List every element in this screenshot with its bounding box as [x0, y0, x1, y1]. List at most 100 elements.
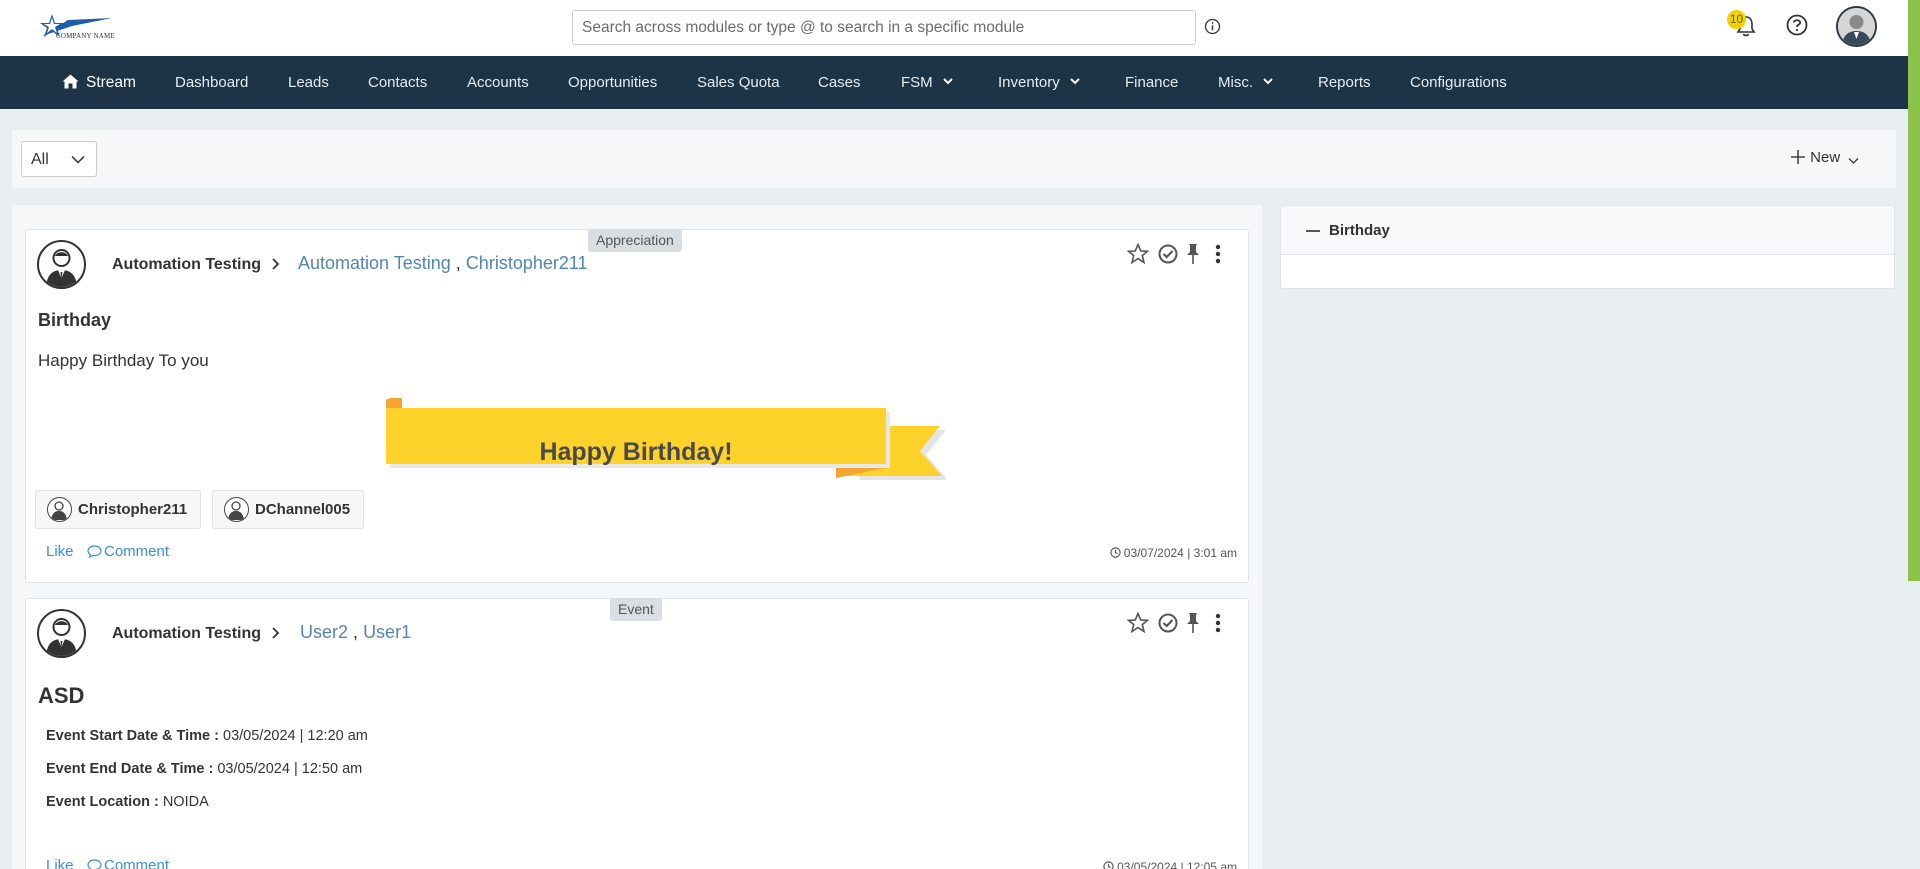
- recipient-separator: ,: [348, 622, 363, 642]
- author-avatar[interactable]: [37, 609, 86, 658]
- post-recipients: User2 , User1: [300, 622, 411, 643]
- help-icon[interactable]: [1786, 14, 1808, 36]
- nav-sales-quota[interactable]: Sales Quota: [697, 56, 780, 109]
- comment-label: Comment: [104, 857, 170, 869]
- nav-leads-label: Leads: [288, 74, 329, 91]
- like-button[interactable]: Like: [46, 543, 74, 560]
- search-input[interactable]: [573, 11, 1195, 44]
- nav-finance[interactable]: Finance: [1125, 56, 1178, 109]
- collapse-icon[interactable]: [1306, 230, 1320, 232]
- nav-inventory-label: Inventory: [998, 74, 1060, 91]
- tagged-user-chip[interactable]: DChannel005: [212, 490, 365, 529]
- stream-filter-select[interactable]: All: [21, 141, 97, 177]
- nav-misc[interactable]: Misc.: [1218, 56, 1273, 109]
- nav-fsm[interactable]: FSM: [901, 56, 953, 109]
- timestamp-text: 03/07/2024 | 3:01 am: [1123, 546, 1237, 560]
- post-author[interactable]: Automation Testing: [112, 625, 261, 643]
- check-circle-icon[interactable]: [1158, 613, 1178, 633]
- clock-icon: [1110, 547, 1121, 558]
- more-vertical-icon[interactable]: [1214, 243, 1222, 265]
- nav-stream[interactable]: Stream: [62, 56, 136, 109]
- event-end-label: Event End Date & Time :: [46, 761, 214, 777]
- chevron-down-icon: [1263, 78, 1273, 85]
- top-bar: COMPANY NAME 10: [0, 0, 1920, 56]
- timestamp-text: 03/05/2024 | 12:05 am: [1117, 860, 1237, 869]
- separator-text: ,: [455, 253, 461, 273]
- nav-fsm-label: FSM: [901, 74, 933, 91]
- nav-configurations[interactable]: Configurations: [1410, 56, 1507, 109]
- comment-label: Comment: [104, 543, 170, 560]
- main-nav: Stream Dashboard Leads Contacts Accounts…: [0, 56, 1908, 109]
- star-icon[interactable]: [1127, 243, 1149, 265]
- nav-accounts[interactable]: Accounts: [467, 56, 529, 109]
- nav-finance-label: Finance: [1125, 74, 1179, 91]
- author-avatar[interactable]: [37, 240, 86, 289]
- user-avatar[interactable]: [1836, 6, 1877, 47]
- event-end: Event End Date & Time : 03/05/2024 | 12:…: [46, 761, 362, 777]
- chevron-right-icon: [272, 627, 280, 639]
- recipient-link[interactable]: Automation Testing: [298, 253, 451, 273]
- event-location-label: Event Location :: [46, 794, 159, 810]
- check-circle-icon[interactable]: [1158, 244, 1178, 264]
- nav-inventory[interactable]: Inventory: [998, 56, 1080, 109]
- new-post-button[interactable]: New: [1790, 149, 1859, 171]
- plus-icon: [1791, 150, 1805, 164]
- birthday-panel-header[interactable]: Birthday: [1281, 206, 1894, 255]
- user-silhouette-icon: [46, 249, 77, 287]
- nav-opportunities-label: Opportunities: [568, 74, 658, 91]
- nav-accounts-label: Accounts: [467, 74, 529, 91]
- clock-icon: [1103, 861, 1114, 869]
- post-body: Happy Birthday To you: [38, 351, 209, 370]
- notification-badge[interactable]: 10: [1727, 10, 1746, 29]
- pin-icon[interactable]: [1185, 612, 1201, 634]
- pin-icon[interactable]: [1185, 243, 1201, 265]
- tagged-user-chip[interactable]: Christopher211: [35, 490, 202, 529]
- birthday-banner: Happy Birthday!: [386, 392, 948, 488]
- banner-text: Happy Birthday!: [539, 438, 733, 466]
- nav-dashboard[interactable]: Dashboard: [175, 56, 248, 109]
- logo-text: COMPANY NAME: [56, 32, 115, 40]
- feed-post: Event Automation Testing User2 , User1 A…: [25, 598, 1249, 869]
- separator-text: ,: [353, 622, 359, 642]
- feed-post: Appreciation Automation Testing Automati…: [25, 229, 1249, 583]
- nav-reports[interactable]: Reports: [1318, 56, 1371, 109]
- chevron-down-icon: [71, 155, 85, 164]
- chevron-down-icon: [1848, 157, 1859, 165]
- post-timestamp: 03/07/2024 | 3:01 am: [1110, 546, 1237, 560]
- nav-leads[interactable]: Leads: [288, 56, 329, 109]
- post-timestamp: 03/05/2024 | 12:05 am: [1103, 860, 1237, 869]
- post-author[interactable]: Automation Testing: [112, 256, 261, 274]
- recipient-link[interactable]: Christopher211: [466, 253, 588, 273]
- chip-label: DChannel005: [255, 501, 351, 518]
- nav-contacts[interactable]: Contacts: [368, 56, 427, 109]
- recipient-separator: ,: [451, 253, 466, 273]
- nav-cases[interactable]: Cases: [818, 56, 861, 109]
- star-icon[interactable]: [1127, 612, 1149, 634]
- post-title: ASD: [38, 683, 85, 708]
- page-edge-accent: [1908, 0, 1920, 581]
- comment-icon: [87, 859, 102, 869]
- company-logo[interactable]: COMPANY NAME: [38, 10, 116, 46]
- post-type-badge: Event: [610, 598, 662, 621]
- logo-star-icon: [40, 14, 112, 37]
- nav-misc-label: Misc.: [1218, 74, 1253, 91]
- user-silhouette-icon: [47, 497, 72, 522]
- comment-icon: [87, 545, 102, 559]
- nav-opportunities[interactable]: Opportunities: [568, 56, 657, 109]
- stream-feed: Appreciation Automation Testing Automati…: [12, 205, 1262, 869]
- comment-button[interactable]: Comment: [87, 543, 169, 560]
- recipient-link[interactable]: User1: [363, 622, 411, 642]
- global-search[interactable]: [572, 10, 1196, 45]
- birthday-panel: Birthday: [1280, 205, 1895, 289]
- event-end-value: 03/05/2024 | 12:50 am: [217, 761, 363, 777]
- recipient-link[interactable]: User2: [300, 622, 348, 642]
- event-start-label: Event Start Date & Time :: [46, 728, 219, 744]
- post-actions: [1127, 612, 1237, 636]
- event-location: Event Location : NOIDA: [46, 794, 209, 810]
- nav-reports-label: Reports: [1318, 74, 1371, 91]
- comment-button[interactable]: Comment: [87, 857, 169, 869]
- post-actions: [1127, 243, 1237, 267]
- like-button[interactable]: Like: [46, 857, 74, 869]
- info-icon[interactable]: [1204, 18, 1221, 35]
- more-vertical-icon[interactable]: [1214, 612, 1222, 634]
